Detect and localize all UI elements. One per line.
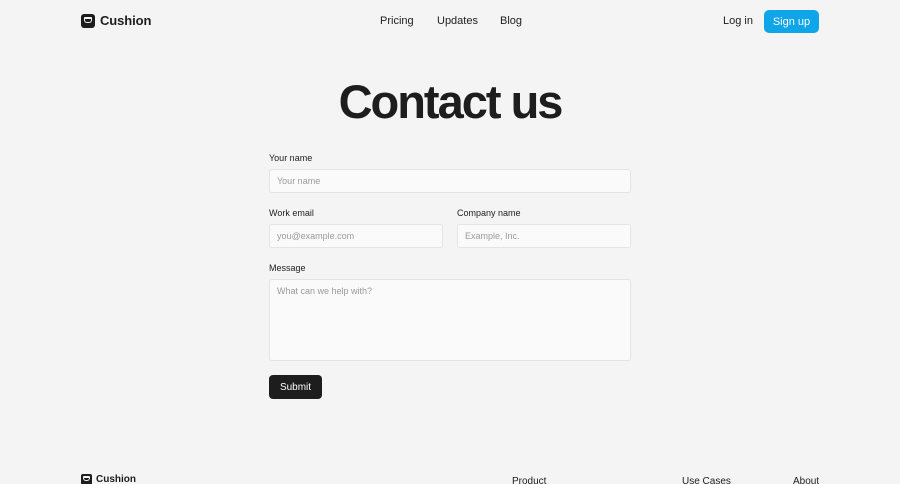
company-input[interactable] [457, 224, 631, 248]
cushion-logo-icon [81, 474, 92, 484]
footer-heading-product: Product [512, 476, 547, 484]
message-textarea[interactable] [269, 279, 631, 361]
footer-heading-use-cases: Use Cases [682, 476, 731, 484]
page-title: Contact us [338, 75, 564, 128]
footer-heading-about: About [793, 476, 820, 484]
nav-link-updates[interactable]: Updates [437, 15, 478, 27]
contact-page: Cushion Pricing Updates Blog Log in Sign… [0, 0, 900, 484]
name-label: Your name [269, 153, 313, 163]
name-input[interactable] [269, 169, 631, 193]
nav-link-blog[interactable]: Blog [500, 15, 522, 27]
email-label: Work email [269, 208, 314, 218]
nav-link-pricing[interactable]: Pricing [380, 15, 414, 27]
message-label: Message [269, 263, 306, 273]
footer-brand-logo[interactable]: Cushion [81, 474, 136, 484]
signup-button[interactable]: Sign up [764, 10, 819, 33]
login-link[interactable]: Log in [723, 15, 753, 27]
footer-brand-name: Cushion [96, 474, 136, 484]
email-input[interactable] [269, 224, 443, 248]
submit-button[interactable]: Submit [269, 375, 322, 399]
company-label: Company name [457, 208, 521, 218]
